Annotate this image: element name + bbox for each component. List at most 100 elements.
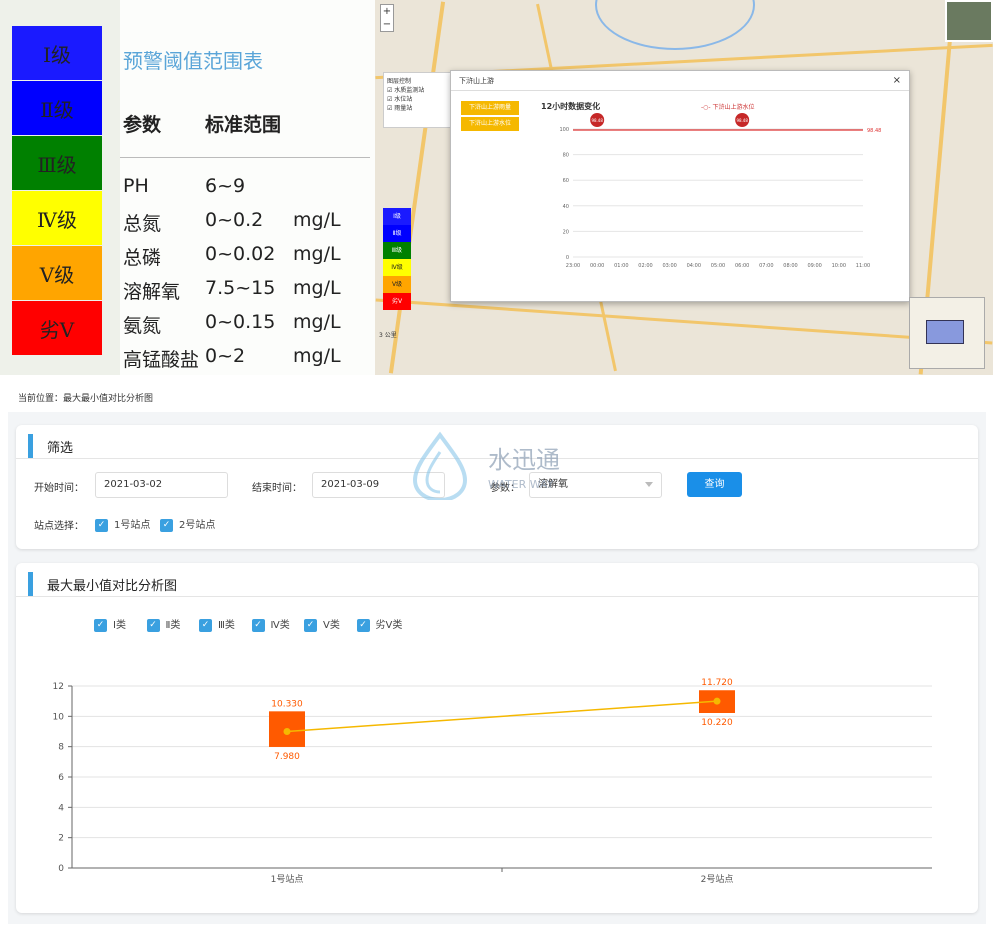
- popup-x-tick: 10:00: [832, 263, 846, 269]
- header-range: 标准范围: [205, 114, 282, 136]
- threshold-unit: mg/L: [293, 243, 341, 265]
- threshold-param: 总磷: [123, 247, 162, 269]
- threshold-param: 溶解氧: [123, 281, 181, 303]
- threshold-param: 总氮: [123, 213, 162, 235]
- watermark: 水迅通 WATER WAY: [412, 431, 560, 500]
- query-button[interactable]: 查询: [687, 472, 742, 497]
- level-badge: Ⅲ级: [12, 136, 102, 190]
- threshold-row: 氨氮 0~0.15 mg/L: [123, 311, 341, 338]
- map-scale: 3 公里: [379, 332, 397, 339]
- threshold-panel: Ⅰ级 Ⅱ级 Ⅲ级 Ⅳ级 Ⅴ级 劣Ⅴ 预警阈值范围表 参数 标准范围 PH 6~9 总氮 0~0.…: [0, 0, 375, 375]
- station-checkbox-1[interactable]: ✓ 1号站点: [95, 516, 150, 532]
- threshold-row: 总磷 0~0.02 mg/L: [123, 243, 341, 270]
- threshold-param: 高锰酸盐: [123, 349, 200, 371]
- threshold-header: 参数 标准范围: [123, 110, 281, 137]
- station-popup: 下浒山上游 × 下浒山上游雨量 下浒山上游水位 12小时数据变化 -○- 下浒山…: [450, 70, 910, 302]
- avg-point: [713, 697, 721, 705]
- layer-item[interactable]: ☑ 水质监测站: [387, 85, 451, 94]
- min-label: 10.220: [701, 718, 733, 728]
- layer-item[interactable]: ☑ 雨量站: [387, 103, 451, 112]
- threshold-range: 6~9: [205, 175, 246, 197]
- check-icon: ✓: [95, 518, 108, 532]
- y-tick-label: 8: [58, 743, 64, 753]
- overview-map[interactable]: [909, 297, 985, 369]
- basemap-thumbnail[interactable]: [945, 0, 993, 42]
- map-view[interactable]: + − 图层控制 ☑ 水质监测站 ☑ 水位站 ☑ 雨量站 Ⅰ级 Ⅱ级 Ⅲ级 Ⅳ级 …: [375, 0, 993, 375]
- threshold-row: 溶解氧 7.5~15 mg/L: [123, 277, 341, 304]
- level-badge: Ⅱ级: [12, 81, 102, 135]
- breadcrumb: 当前位置：最大最小值对比分析图: [18, 394, 154, 404]
- threshold-title: 预警阈值范围表: [123, 49, 263, 73]
- threshold-range: 0~0.2: [205, 209, 264, 231]
- threshold-range: 0~0.02: [205, 243, 276, 265]
- threshold-range: 0~0.15: [205, 311, 276, 333]
- popup-x-tick: 23:00: [566, 263, 580, 269]
- threshold-param: 氨氮: [123, 315, 162, 337]
- max-label: 10.330: [271, 699, 303, 709]
- popup-y-tick: 60: [563, 178, 569, 184]
- popup-x-tick: 06:00: [735, 263, 749, 269]
- level-badge: Ⅳ级: [12, 191, 102, 245]
- popup-x-tick: 00:00: [590, 263, 604, 269]
- y-tick-label: 0: [58, 864, 64, 874]
- level-badge: Ⅴ级: [12, 246, 102, 300]
- layer-title: 图层控制: [387, 78, 412, 85]
- threshold-row: 高锰酸盐 0~2 mg/L: [123, 345, 341, 372]
- level-badge: 劣Ⅴ: [12, 301, 102, 355]
- top-screenshots: Ⅰ级 Ⅱ级 Ⅲ级 Ⅳ级 Ⅴ级 劣Ⅴ 预警阈值范围表 参数 标准范围 PH 6~9 总氮 0~0.…: [0, 0, 993, 375]
- threshold-range: 0~2: [205, 345, 246, 367]
- y-tick-label: 4: [58, 803, 64, 813]
- popup-y-tick: 0: [566, 255, 569, 261]
- chart-card: 最大最小值对比分析图 ✓ Ⅰ类 ✓ Ⅱ类 ✓ Ⅲ类 ✓ Ⅳ类 ✓ Ⅴ类 ✓ 劣Ⅴ类 0 2 4 6 8 10 12…: [16, 563, 978, 913]
- max-label: 11.720: [701, 678, 733, 688]
- y-tick-label: 10: [53, 712, 65, 722]
- popup-end-label: 98.48: [867, 128, 881, 134]
- avg-point: [283, 728, 291, 735]
- x-tick-label: 2号站点: [701, 873, 734, 885]
- minmax-chart: 0 2 4 6 8 10 12 1号站点 10.330 7.980 2号站点 11.720 10.220: [53, 678, 932, 885]
- filter-title: 筛选: [28, 433, 73, 459]
- min-label: 7.980: [274, 752, 300, 762]
- threshold-table: 预警阈值范围表 参数 标准范围 PH 6~9 总氮 0~0.2 mg/L 总磷 0~0.02…: [120, 0, 375, 375]
- popup-marker-label: 98.48: [591, 118, 603, 123]
- threshold-unit: mg/L: [293, 277, 341, 299]
- popup-x-tick: 01:00: [614, 263, 628, 269]
- popup-x-tick: 05:00: [711, 263, 725, 269]
- start-date-input[interactable]: 2021-03-02: [95, 472, 228, 498]
- threshold-row: PH 6~9: [123, 175, 245, 197]
- threshold-range: 7.5~15: [205, 277, 276, 299]
- popup-x-tick: 04:00: [687, 263, 701, 269]
- popup-x-tick: 03:00: [662, 263, 676, 269]
- map-level-legend: Ⅰ级 Ⅱ级 Ⅲ级 Ⅳ级 Ⅴ级 劣Ⅴ: [383, 208, 411, 310]
- station-checkbox-2[interactable]: ✓ 2号站点: [160, 516, 215, 532]
- layer-control[interactable]: 图层控制 ☑ 水质监测站 ☑ 水位站 ☑ 雨量站: [383, 72, 455, 128]
- watermark-sub: WATER WAY: [488, 478, 554, 491]
- popup-x-tick: 07:00: [759, 263, 773, 269]
- threshold-unit: mg/L: [293, 345, 341, 367]
- x-tick-label: 1号站点: [271, 873, 304, 885]
- mini-level: 劣Ⅴ: [383, 293, 411, 310]
- y-tick-label: 12: [53, 682, 64, 692]
- watermark-text: 水迅通: [488, 446, 560, 474]
- popup-y-tick: 100: [559, 127, 569, 133]
- station-label: 站点选择：: [34, 521, 84, 532]
- y-tick-label: 6: [58, 773, 64, 783]
- popup-x-tick: 11:00: [856, 263, 870, 269]
- layer-item[interactable]: ☑ 水位站: [387, 94, 451, 103]
- chevron-down-icon: [645, 482, 653, 487]
- mini-level: Ⅰ级: [383, 208, 411, 225]
- divider: [120, 157, 370, 158]
- popup-chart: 100 80 60 40 20 0 23:00 00:00 01:00 02:00 03:00 04:…: [559, 113, 881, 269]
- threshold-unit: mg/L: [293, 209, 341, 231]
- popup-x-tick: 02:00: [638, 263, 652, 269]
- start-label: 开始时间：: [34, 483, 84, 494]
- threshold-param: PH: [123, 175, 149, 197]
- level-badge: Ⅰ级: [12, 26, 102, 80]
- zoom-control[interactable]: + −: [380, 4, 394, 32]
- mini-level: Ⅲ级: [383, 242, 411, 259]
- popup-x-tick: 09:00: [807, 263, 821, 269]
- popup-marker-label: 98.48: [736, 118, 748, 123]
- popup-x-tick: 08:00: [783, 263, 797, 269]
- popup-y-tick: 20: [563, 229, 569, 235]
- header-param: 参数: [123, 114, 162, 136]
